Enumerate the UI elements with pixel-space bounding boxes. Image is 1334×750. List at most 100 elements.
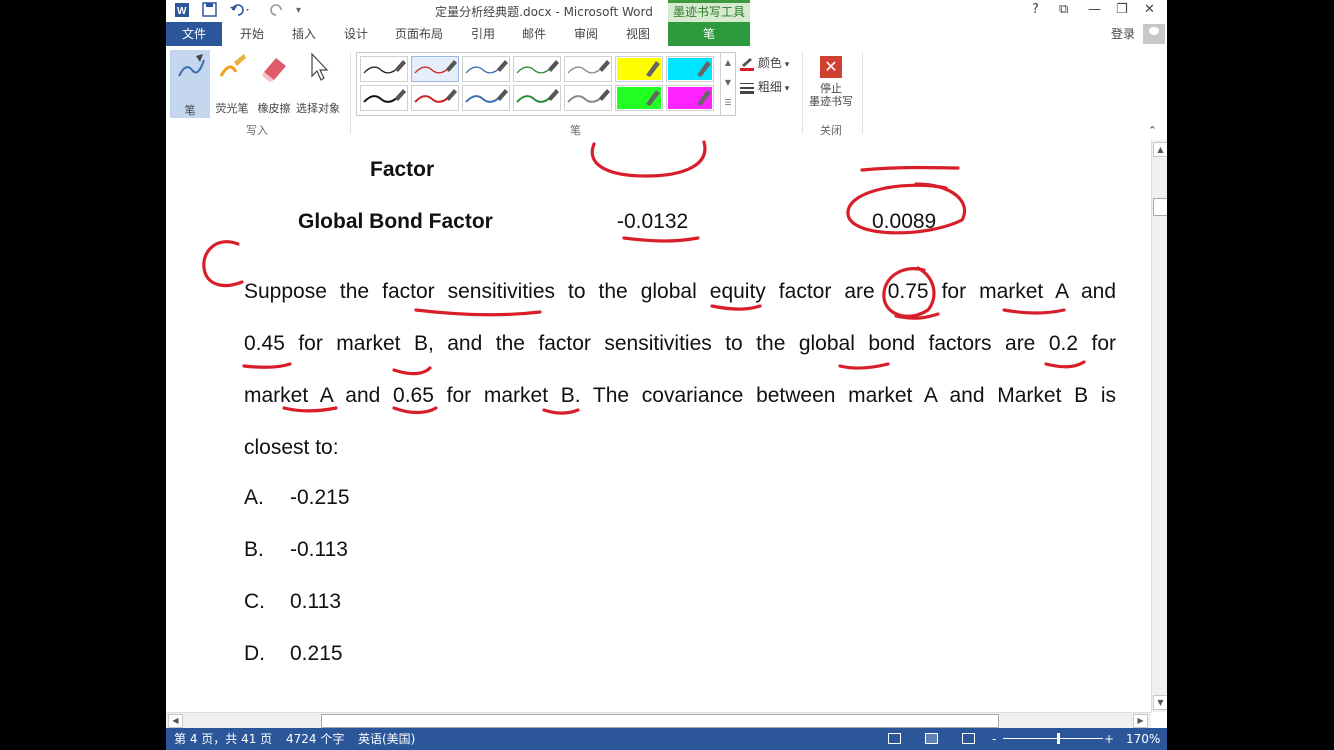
line-weight-icon bbox=[740, 82, 754, 94]
scroll-thumb[interactable] bbox=[1153, 198, 1167, 216]
tab-mailings[interactable]: 邮件 bbox=[522, 22, 546, 46]
pen-swatch[interactable] bbox=[513, 85, 561, 111]
scroll-up-icon[interactable]: ▲ bbox=[1153, 142, 1167, 157]
avatar[interactable] bbox=[1143, 24, 1165, 44]
pen-gallery: ▲ ▼ ☰ bbox=[356, 52, 736, 116]
stop-inking-button[interactable]: ✕ 停止 墨迹书写 bbox=[806, 54, 856, 108]
gallery-scroll[interactable]: ▲ ▼ ☰ bbox=[720, 53, 735, 115]
write-group-label: 写入 bbox=[246, 124, 268, 137]
pen-swatch[interactable] bbox=[462, 56, 510, 82]
help-button[interactable]: ? bbox=[1032, 2, 1039, 17]
pen-swatch[interactable] bbox=[360, 85, 408, 111]
highlighter-swatch[interactable] bbox=[666, 85, 714, 111]
highlighter-tool-button[interactable]: 荧光笔 bbox=[212, 50, 252, 116]
eraser-tool-button[interactable]: 橡皮擦 bbox=[254, 50, 294, 116]
minimize-button[interactable]: — bbox=[1088, 2, 1101, 17]
contextual-tab-group: 墨迹书写工具 bbox=[668, 0, 750, 22]
tab-home[interactable]: 开始 bbox=[240, 22, 264, 46]
group-divider bbox=[350, 52, 351, 134]
table-row-factor: Factor bbox=[370, 158, 435, 181]
login-link[interactable]: 登录 bbox=[1111, 22, 1135, 46]
scroll-left-icon[interactable]: ◀ bbox=[168, 714, 183, 728]
ink-line-top bbox=[860, 165, 960, 172]
question-line: Suppose the factor sensitivities to the … bbox=[244, 280, 1116, 303]
pen-swatch[interactable] bbox=[411, 56, 459, 82]
table-cell-value-b: 0.0089 bbox=[872, 210, 937, 233]
collapse-ribbon-icon[interactable]: ⌃ bbox=[1148, 124, 1157, 137]
word-count[interactable]: 4724 个字 bbox=[286, 728, 344, 750]
question-line: 0.45 for market B, and the factor sensit… bbox=[244, 332, 1116, 355]
ink-color-button[interactable]: 颜色 ▾ bbox=[740, 54, 789, 71]
web-layout-icon[interactable] bbox=[962, 733, 975, 744]
question-line: market A and 0.65 for market B. The cova… bbox=[244, 384, 1116, 407]
close-button[interactable]: ✕ bbox=[1144, 2, 1155, 17]
ink-underline-045 bbox=[242, 362, 292, 369]
zoom-slider[interactable] bbox=[1003, 738, 1103, 739]
scroll-down-icon[interactable]: ▼ bbox=[1153, 695, 1167, 710]
eraser-icon bbox=[260, 52, 290, 84]
pen-swatch[interactable] bbox=[411, 85, 459, 111]
pen-swatch[interactable] bbox=[564, 85, 612, 111]
ink-underline-market-a bbox=[1002, 308, 1066, 315]
ink-underline-02 bbox=[1044, 360, 1086, 369]
restore-button[interactable]: ❐ bbox=[1116, 2, 1128, 17]
ribbon-display-button[interactable]: ⧉ bbox=[1059, 2, 1068, 17]
pen-swatch[interactable] bbox=[564, 56, 612, 82]
tab-view[interactable]: 视图 bbox=[626, 22, 650, 46]
highlighter-swatch[interactable] bbox=[615, 56, 663, 82]
ink-underline-market-a2 bbox=[282, 406, 338, 413]
zoom-level[interactable]: 170% bbox=[1126, 728, 1160, 750]
vertical-scrollbar[interactable]: ▲ ▼ bbox=[1151, 140, 1167, 712]
ink-weight-button[interactable]: 粗细 ▾ bbox=[740, 78, 789, 95]
answer-option-a: A. -0.215 bbox=[244, 486, 350, 509]
ink-letter-c bbox=[202, 240, 244, 288]
horizontal-scrollbar[interactable]: ◀ ▶ bbox=[166, 712, 1151, 728]
select-objects-button[interactable]: 选择对象 bbox=[296, 50, 340, 116]
tab-design[interactable]: 设计 bbox=[344, 22, 368, 46]
zoom-out-button[interactable]: - bbox=[992, 728, 996, 750]
ink-underline-equity bbox=[710, 304, 762, 311]
close-group-label: 关闭 bbox=[820, 124, 842, 137]
table-row-label: Global Bond Factor bbox=[298, 210, 493, 233]
pens-group-label: 笔 bbox=[570, 124, 581, 137]
pen-icon bbox=[176, 52, 206, 84]
answer-option-b: B. -0.113 bbox=[244, 538, 348, 561]
scroll-right-icon[interactable]: ▶ bbox=[1133, 714, 1148, 728]
question-line: closest to: bbox=[244, 436, 339, 459]
read-mode-icon[interactable] bbox=[888, 733, 901, 744]
print-layout-icon[interactable] bbox=[925, 733, 938, 744]
zoom-in-button[interactable]: + bbox=[1104, 728, 1114, 750]
tab-layout[interactable]: 页面布局 bbox=[395, 22, 443, 46]
pen-swatch[interactable] bbox=[462, 85, 510, 111]
pen-swatch[interactable] bbox=[360, 56, 408, 82]
pen-swatch[interactable] bbox=[513, 56, 561, 82]
close-x-icon: ✕ bbox=[820, 56, 842, 78]
table-cell-value-a: -0.0132 bbox=[617, 210, 689, 233]
highlighter-swatch[interactable] bbox=[615, 85, 663, 111]
ink-color-icon bbox=[740, 56, 754, 71]
ink-circle-top bbox=[590, 140, 707, 178]
document-page[interactable]: Factor Global Bond Factor -0.0132 0.0089… bbox=[166, 140, 1151, 712]
select-cursor-icon bbox=[304, 52, 334, 84]
ink-underline-075 bbox=[894, 312, 940, 320]
document-title: 定量分析经典题.docx - Microsoft Word bbox=[435, 5, 653, 19]
title-bar: W ▾ 定量分析经典题.docx - Microsoft Word 墨迹书写工具… bbox=[166, 0, 1167, 22]
tab-pen[interactable]: 笔 bbox=[668, 22, 750, 46]
highlighter-swatch[interactable] bbox=[666, 56, 714, 82]
tab-references[interactable]: 引用 bbox=[471, 22, 495, 46]
ribbon-tabs: 文件 开始 插入 设计 页面布局 引用 邮件 审阅 视图 笔 登录 bbox=[166, 22, 1167, 47]
answer-option-d: D. 0.215 bbox=[244, 642, 343, 665]
page-count[interactable]: 第 4 页，共 41 页 bbox=[174, 728, 272, 750]
tab-review[interactable]: 审阅 bbox=[574, 22, 598, 46]
answer-option-c: C. 0.113 bbox=[244, 590, 341, 613]
ink-underline-bond bbox=[838, 362, 890, 370]
language-indicator[interactable]: 英语(美国) bbox=[358, 728, 415, 750]
tab-insert[interactable]: 插入 bbox=[292, 22, 316, 46]
group-divider bbox=[802, 52, 803, 134]
ink-underline-value-a bbox=[622, 236, 700, 243]
pen-tool-button[interactable]: 笔 bbox=[170, 50, 210, 118]
horizontal-scroll-thumb[interactable] bbox=[321, 714, 999, 728]
zoom-slider-thumb[interactable] bbox=[1057, 733, 1060, 744]
ribbon: 笔 荧光笔 橡皮擦 选择对象 写入 ▲ ▼ ☰ 笔 颜色 ▾ 粗细 ▾ ✕ 停止… bbox=[166, 46, 1167, 141]
tab-file[interactable]: 文件 bbox=[166, 22, 222, 46]
